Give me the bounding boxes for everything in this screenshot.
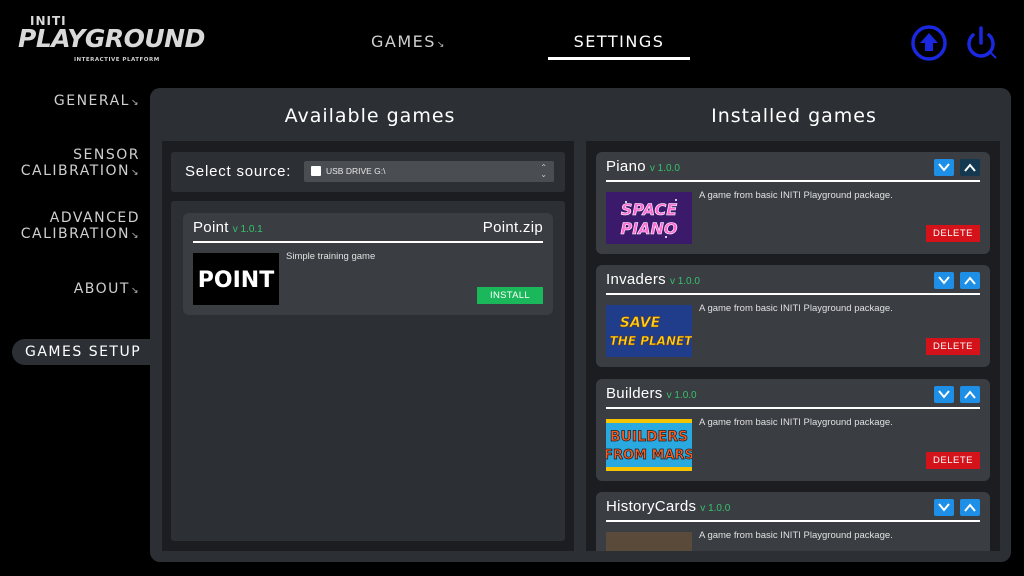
installed-game-card: Builders v 1.0.0 BUILDERS FROM MARS A gam… (596, 379, 990, 481)
thumb-text: POINT (198, 268, 274, 293)
sidemenu-label: ABOUT (73, 281, 130, 297)
thumb-text: FROM MARS (606, 448, 692, 463)
move-up-button[interactable] (960, 386, 980, 403)
tab-games-label: GAMES (371, 32, 436, 51)
sidemenu-label: GENERAL (53, 93, 130, 109)
drive-checkbox[interactable] (311, 166, 321, 176)
installed-game-card: HistoryCards v 1.0.0 A game from basic IN… (596, 492, 990, 551)
available-games-title: Available games (284, 105, 456, 127)
delete-button[interactable]: DELETE (926, 225, 980, 242)
game-file-name: Point.zip (482, 219, 543, 236)
delete-button[interactable]: DELETE (926, 338, 980, 355)
game-description: Simple training game (286, 251, 376, 262)
thumb-text: SPACE (621, 200, 677, 219)
game-name: Invaders (606, 271, 666, 288)
source-label: Select source: (185, 163, 292, 180)
update-icon[interactable] (910, 24, 948, 62)
cursor-icon: ↘ (436, 40, 446, 50)
sidemenu-item-games-setup[interactable]: GAMES SETUP (12, 339, 152, 365)
cursor-icon: ↘ (130, 231, 140, 241)
chevron-down-icon (938, 503, 950, 512)
move-down-button[interactable] (934, 159, 954, 176)
game-thumbnail: POINT (193, 253, 279, 305)
move-up-button[interactable] (960, 499, 980, 516)
delete-button[interactable]: DELETE (926, 452, 980, 469)
game-description: A game from basic INITI Playground packa… (699, 303, 893, 314)
game-thumbnail: SPACE PIANO (606, 192, 692, 244)
installed-games-column: Piano v 1.0.0 SPACE PIANO A game from bas… (586, 141, 1000, 551)
game-name: HistoryCards (606, 498, 697, 515)
sidemenu-label: SENSOR CALIBRATION (20, 147, 140, 179)
chevron-updown-icon: ⌃ ⌄ (540, 163, 547, 179)
thumb-text: THE PLANET (610, 334, 692, 348)
game-description: A game from basic INITI Playground packa… (699, 417, 893, 428)
source-value: USB DRIVE G:\ (326, 166, 386, 176)
thumb-text: SAVE (620, 315, 661, 331)
sidemenu-label: ADVANCED CALIBRATION (20, 210, 140, 242)
game-thumbnail: SAVE THE PLANET (606, 305, 693, 357)
game-name: Builders (606, 385, 663, 402)
move-up-button[interactable] (960, 272, 980, 289)
move-up-button[interactable] (960, 159, 980, 176)
game-thumbnail: BUILDERS FROM MARS (604, 419, 694, 471)
thumb-text: PIANO (620, 219, 677, 238)
available-games-column: Select source: USB DRIVE G:\ ⌃ ⌄ Point v 1… (162, 141, 574, 551)
game-version: v 1.0.0 (649, 163, 680, 174)
chevron-up-icon (964, 163, 976, 172)
chevron-down-icon (938, 390, 950, 399)
game-description: A game from basic INITI Playground packa… (699, 530, 893, 541)
chevron-down-icon (938, 163, 950, 172)
source-select[interactable]: USB DRIVE G:\ ⌃ ⌄ (304, 161, 554, 182)
card-header: Invaders v 1.0.0 (606, 271, 980, 295)
thumb-text: BUILDERS (610, 429, 688, 445)
power-icon[interactable] (962, 24, 1000, 62)
sidemenu-item-general[interactable]: GENERAL↘ (54, 93, 140, 111)
move-down-button[interactable] (934, 499, 954, 516)
available-games-list: Point v 1.0.1 Point.zip POINT Simple trai… (171, 201, 565, 541)
sidemenu-item-advanced-calibration[interactable]: ADVANCED CALIBRATION↘ (21, 210, 140, 244)
games-setup-panel: Available games Installed games Select s… (150, 88, 1011, 562)
cursor-icon: ↘ (130, 286, 140, 296)
tab-settings[interactable]: SETTINGS (548, 32, 690, 60)
card-header: Piano v 1.0.0 (606, 158, 980, 182)
installed-games-title: Installed games (711, 105, 877, 127)
card-header: Builders v 1.0.0 (606, 385, 980, 409)
game-version: v 1.0.0 (666, 390, 697, 401)
source-selector-bar: Select source: USB DRIVE G:\ ⌃ ⌄ (171, 152, 565, 192)
chevron-up-icon (964, 276, 976, 285)
chevron-up-icon (964, 390, 976, 399)
card-header: HistoryCards v 1.0.0 (606, 498, 980, 522)
move-down-button[interactable] (934, 386, 954, 403)
sidemenu-item-about[interactable]: ABOUT↘ (74, 281, 140, 299)
game-name: Piano (606, 158, 646, 175)
game-version: v 1.0.0 (669, 276, 700, 287)
installed-game-card: Piano v 1.0.0 SPACE PIANO A game from bas… (596, 152, 990, 254)
available-game-card: Point v 1.0.1 Point.zip POINT Simple trai… (183, 213, 553, 315)
move-down-button[interactable] (934, 272, 954, 289)
game-name: Point (193, 219, 229, 236)
tab-games[interactable]: GAMES↘ (371, 32, 446, 51)
card-header: Point v 1.0.1 Point.zip (193, 219, 543, 243)
sidemenu-item-sensor-calibration[interactable]: SENSOR CALIBRATION↘ (21, 147, 140, 181)
game-description: A game from basic INITI Playground packa… (699, 190, 893, 201)
cursor-icon: ↘ (130, 168, 140, 178)
game-thumbnail (606, 532, 692, 551)
cursor-icon: ↘ (130, 98, 140, 108)
game-version: v 1.0.1 (232, 224, 263, 235)
game-version: v 1.0.0 (700, 503, 731, 514)
chevron-up-icon (964, 503, 976, 512)
installed-game-card: Invaders v 1.0.0 SAVE THE PLANET A game f… (596, 265, 990, 367)
top-navigation: GAMES↘ SETTINGS (0, 30, 1024, 60)
install-button[interactable]: INSTALL (477, 287, 543, 304)
chevron-down-icon (938, 276, 950, 285)
